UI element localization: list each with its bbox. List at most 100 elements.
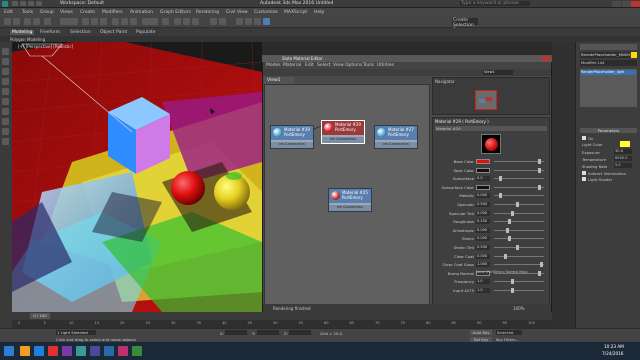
workspace-selector[interactable]: Workspace: Default (60, 1, 104, 6)
param-slider[interactable] (494, 186, 544, 188)
material-node-socket[interactable]: ret Connection (329, 205, 371, 211)
scale-icon[interactable] (130, 18, 137, 25)
navigator-viewport-frame[interactable] (475, 90, 497, 110)
pivot-icon[interactable] (162, 18, 169, 25)
layer-icon[interactable] (2, 58, 9, 65)
chrome-icon[interactable] (48, 346, 58, 356)
indirect-illumination-checkbox[interactable] (582, 171, 586, 175)
snap-icon[interactable] (174, 18, 181, 25)
modifier-stack-item[interactable]: RenderPlaceholder_light (581, 70, 636, 75)
param-slider[interactable] (494, 247, 544, 248)
slate-menu-utilities[interactable]: Utilities (377, 63, 394, 68)
slate-menu-tools[interactable]: Tools (363, 63, 374, 68)
undo-button[interactable] (4, 18, 11, 25)
temperature-field[interactable]: 6500.0 (614, 156, 632, 161)
3dsmax-icon[interactable] (76, 346, 86, 356)
menu-item-rendering[interactable]: Rendering (196, 10, 219, 15)
light-color-swatch[interactable] (620, 141, 630, 147)
app-icon-7[interactable] (104, 346, 114, 356)
maximize-icon[interactable] (622, 1, 631, 7)
view-dropdown[interactable]: View1 (483, 70, 513, 75)
menu-item-customize[interactable]: Customize (254, 10, 278, 15)
clock-time[interactable]: 10:23 AM (604, 344, 624, 349)
undo-icon[interactable] (12, 1, 18, 6)
time-slider[interactable]: 0 / 100 (12, 312, 552, 320)
param-slider[interactable] (494, 238, 544, 240)
selection-set-dropdown[interactable]: Create Selection Se (452, 18, 478, 33)
menu-item-edit[interactable]: Edit (4, 10, 13, 15)
menu-item-help[interactable]: Help (314, 10, 324, 15)
param-slider[interactable] (494, 255, 544, 257)
slate-menu-options[interactable]: Options (345, 63, 362, 68)
app-icon-8[interactable] (118, 346, 128, 356)
param-slider[interactable] (494, 229, 544, 231)
slate-close-icon[interactable] (542, 56, 550, 61)
param-value[interactable]: 1.0 (476, 279, 490, 285)
rotate-icon[interactable] (121, 18, 128, 25)
menu-item-civil-view[interactable]: Civil View (226, 10, 248, 15)
menu-item-animation[interactable]: Animation (130, 10, 153, 15)
app-icon-9[interactable] (132, 346, 142, 356)
material-name-field[interactable]: Material #29 (435, 126, 547, 131)
start-icon[interactable] (4, 346, 14, 356)
param-value[interactable]: 0.500 (476, 202, 490, 207)
menu-item-modifiers[interactable]: Modifiers (102, 10, 123, 15)
param-slider[interactable] (494, 161, 544, 162)
light-shader-checkbox[interactable] (582, 177, 586, 181)
helper-icon[interactable] (2, 118, 9, 125)
tab-object-paint[interactable]: Object Paint (100, 30, 127, 35)
unlink-icon[interactable] (33, 18, 40, 25)
menu-item-graph-editors[interactable]: Graph Editors (160, 10, 191, 15)
camera-icon[interactable] (2, 108, 9, 115)
tab-freeform[interactable]: Freeform (40, 30, 60, 35)
material-node-socket[interactable]: ret Connection (322, 137, 364, 143)
param-value[interactable] (476, 159, 490, 164)
slate-zoom[interactable]: 100% (513, 306, 524, 311)
track-bar[interactable]: 0 5 10 15 20 25 30 35 40 45 50 55 60 65 70 75 80 85 90 95 10… (12, 320, 552, 328)
param-value[interactable]: 0.250 (476, 219, 490, 225)
param-slider-knob[interactable] (538, 159, 542, 164)
open-file-icon[interactable] (28, 1, 34, 6)
object-color-swatch[interactable] (631, 52, 637, 58)
param-slider[interactable] (494, 290, 544, 291)
param-slider[interactable] (494, 169, 544, 171)
bind-space-warp-icon[interactable] (44, 18, 51, 25)
param-slider-knob[interactable] (538, 167, 542, 173)
x-field[interactable] (225, 330, 247, 335)
param-value[interactable]: 1.0 (476, 288, 490, 293)
param-value[interactable]: 0.000 (476, 227, 490, 233)
select-by-name-icon[interactable] (91, 18, 98, 25)
command-panel-tabs[interactable] (580, 44, 637, 50)
param-slider[interactable] (494, 204, 544, 205)
menu-item-views[interactable]: Views (60, 10, 73, 15)
display-icon[interactable] (2, 78, 9, 85)
param-slider-knob[interactable] (538, 184, 542, 190)
minimize-icon[interactable] (612, 1, 621, 7)
rectangular-selection-icon[interactable] (100, 18, 107, 25)
material-node-socket[interactable]: ret Connection (375, 142, 417, 148)
viewport-label[interactable]: [+] [Perspective] [Realistic] (18, 44, 73, 49)
ie-icon[interactable] (34, 346, 44, 356)
slate-menu-edit[interactable]: Edit (305, 63, 314, 68)
hierarchy-icon[interactable] (2, 88, 9, 95)
param-value[interactable] (476, 167, 490, 173)
shading-rate-field[interactable]: 5.0 (614, 163, 632, 168)
scene-explorer-icon[interactable] (2, 48, 9, 55)
redo-icon[interactable] (20, 1, 26, 6)
tab-selection[interactable]: Selection (70, 30, 91, 35)
exposure-field[interactable]: 30.0 (614, 149, 632, 154)
param-slider-knob[interactable] (515, 245, 519, 250)
app-icon-6[interactable] (90, 346, 100, 356)
param-slider-knob[interactable] (515, 202, 519, 207)
material-editor-icon[interactable] (236, 18, 243, 25)
clock-date[interactable]: 7/24/2016 (602, 351, 623, 356)
reference-coord-dropdown[interactable] (142, 18, 158, 25)
render-setup-icon[interactable] (245, 18, 252, 25)
param-slider-knob[interactable] (538, 270, 542, 276)
file-explorer-icon[interactable] (20, 346, 30, 356)
param-slider-knob[interactable] (506, 227, 509, 233)
z-field[interactable] (289, 330, 311, 335)
selection-filter-dropdown[interactable] (60, 18, 78, 25)
menu-item-tools[interactable]: Tools (22, 10, 33, 15)
param-slider-knob[interactable] (503, 253, 507, 259)
